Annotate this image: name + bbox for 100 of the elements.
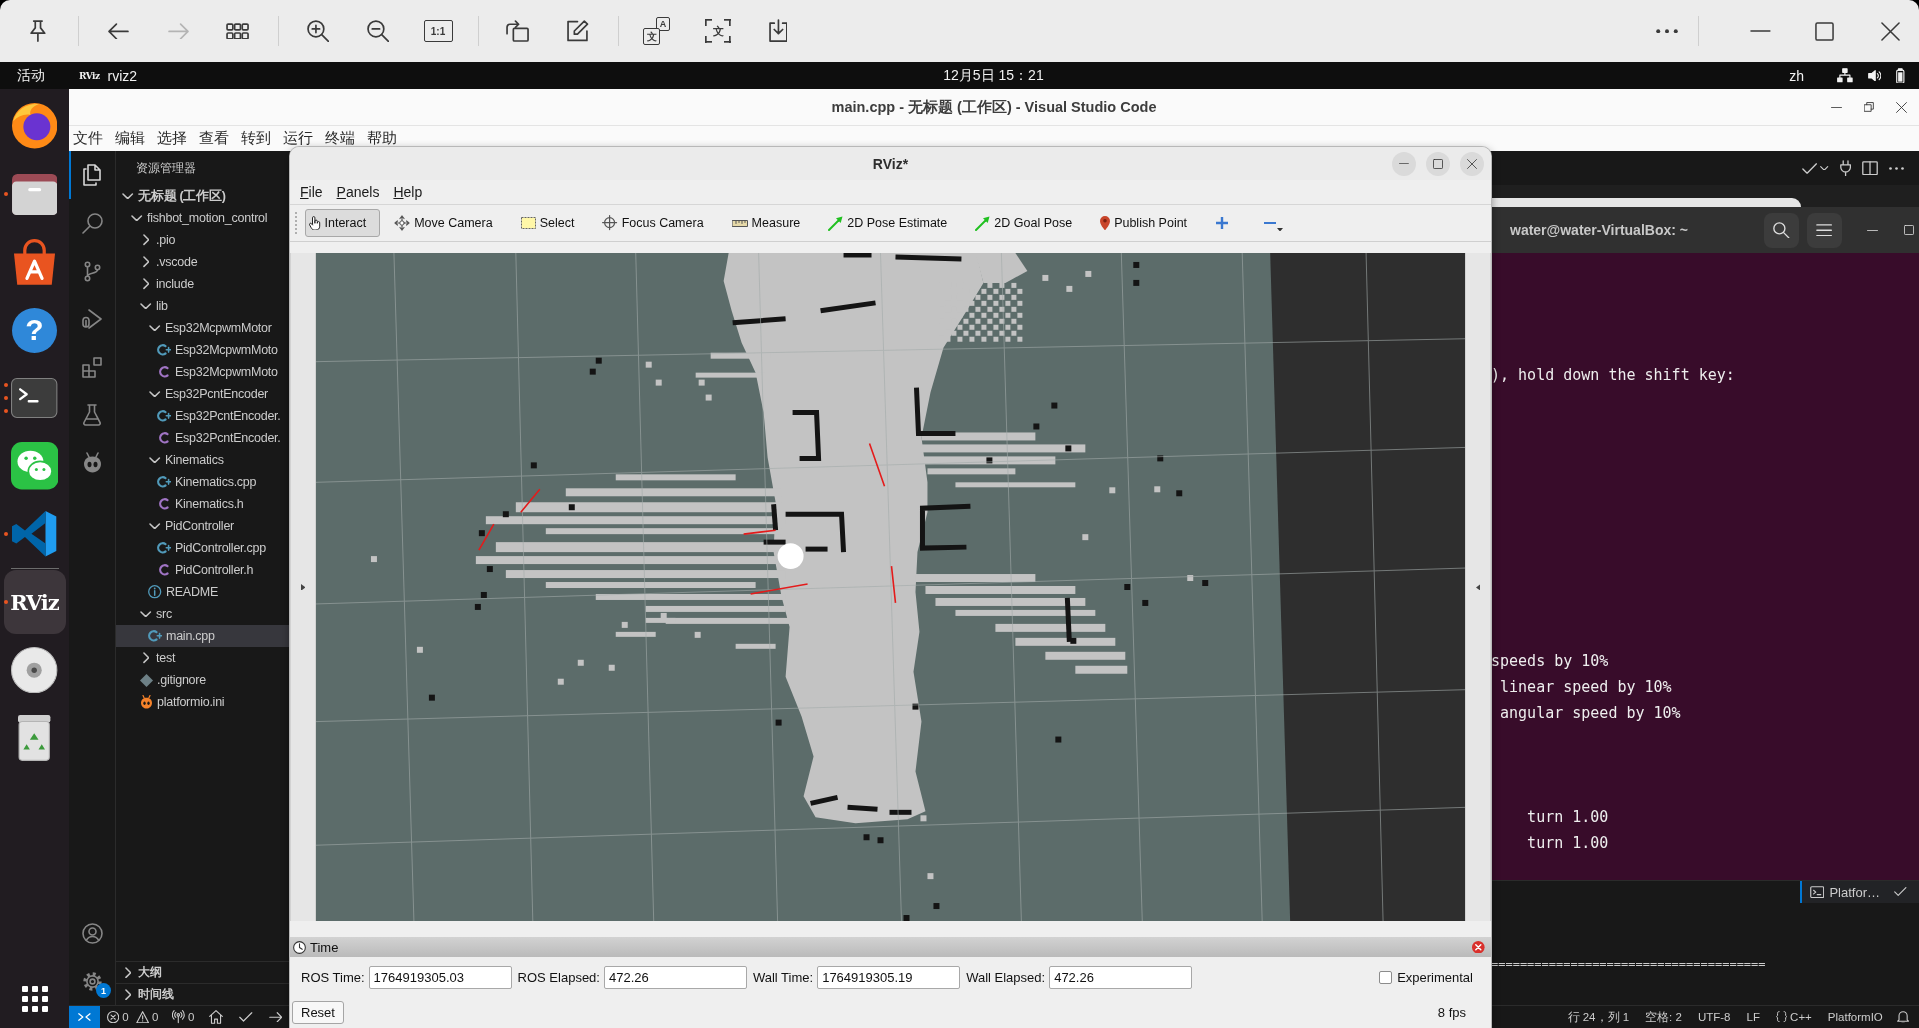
close-icon[interactable] <box>1896 101 1907 113</box>
tree-item[interactable]: .gitignore <box>116 669 290 691</box>
menu-item[interactable]: 帮助 <box>361 129 403 148</box>
app-grid-icon[interactable] <box>21 986 48 1012</box>
more-icon[interactable] <box>1656 28 1679 34</box>
measure-tool-button[interactable]: Measure <box>727 209 815 237</box>
menu-item[interactable]: File <box>293 184 330 200</box>
move-camera-tool-button[interactable]: Move Camera <box>390 209 507 237</box>
menu-button[interactable] <box>1807 212 1842 248</box>
tree-item[interactable]: Esp32PcntEncoder. <box>116 427 290 449</box>
text-field[interactable]: 1764919305.03 <box>368 965 512 989</box>
input-method-button[interactable]: zh <box>1789 67 1804 84</box>
tree-item[interactable]: platformio.ini <box>116 691 290 713</box>
menu-item[interactable]: 选择 <box>151 129 193 148</box>
dock-app-button[interactable]: ? <box>3 298 66 362</box>
tree-item[interactable]: Esp32McpwmMoto <box>116 361 290 383</box>
app-menu-button[interactable]: RViz rviz2 <box>79 67 138 84</box>
bell-icon[interactable] <box>1896 1010 1909 1024</box>
tree-item[interactable]: PidController.cpp <box>116 537 290 559</box>
tree-item[interactable]: Kinematics <box>116 449 290 471</box>
focus-camera-tool-button[interactable]: Focus Camera <box>598 209 718 237</box>
tree-item[interactable]: PidController <box>116 515 290 537</box>
menu-item[interactable]: 转到 <box>235 129 277 148</box>
close-icon[interactable] <box>1881 21 1900 41</box>
tree-item[interactable]: .pio <box>116 229 290 251</box>
close-icon[interactable] <box>1472 940 1485 954</box>
check-icon[interactable] <box>1802 162 1818 174</box>
terminal-tab[interactable]: Platfor… <box>1800 881 1919 903</box>
tree-item[interactable]: Esp32McpwmMoto <box>116 339 290 361</box>
translate-button[interactable]: 文 A <box>643 11 673 51</box>
text-field[interactable]: 472.26 <box>1049 965 1193 989</box>
chevron-down-icon[interactable] <box>1820 165 1829 171</box>
tree-item[interactable]: .vscode <box>116 251 290 273</box>
settings-button[interactable]: 1 <box>69 957 115 1005</box>
menu-item[interactable]: 查看 <box>193 129 235 148</box>
tree-item[interactable]: fishbot_motion_control <box>116 207 290 229</box>
remote-icon <box>78 1013 91 1021</box>
close-button[interactable] <box>1460 151 1484 176</box>
reset-button[interactable]: Reset <box>292 1001 344 1024</box>
menu-item[interactable]: Panels <box>329 184 387 200</box>
collapse-handle[interactable] <box>290 253 316 921</box>
menu-item[interactable]: Help <box>386 184 430 200</box>
branch-icon <box>83 260 101 282</box>
menu-item[interactable]: 文件 <box>69 129 109 148</box>
interact-tool-button[interactable]: Interact <box>305 209 381 237</box>
publish-point-tool-button[interactable]: Publish Point <box>1096 209 1202 237</box>
text-recognition-button[interactable]: 文 <box>705 19 731 43</box>
dock-app-button[interactable]: RViz <box>3 570 66 634</box>
goal-pose-tool-button[interactable]: 2D Goal Pose <box>971 209 1087 237</box>
tree-item[interactable]: Esp32PcntEncoder <box>116 383 290 405</box>
tree-item[interactable]: Kinematics.cpp <box>116 471 290 493</box>
text-field[interactable]: 1764919305.19 <box>817 965 961 989</box>
tree-item[interactable]: PidController.h <box>116 559 290 581</box>
status-bar-item[interactable]: UTF-8 <box>1689 1006 1739 1028</box>
split-editor-icon[interactable] <box>1862 160 1878 176</box>
language-button[interactable]: C++ <box>1767 1006 1820 1028</box>
problems-button[interactable]: 0 0 <box>100 1006 166 1028</box>
tree-item[interactable]: include <box>116 273 290 295</box>
arrow-right-icon[interactable] <box>268 1011 283 1023</box>
tree-item[interactable]: Kinematics.h <box>116 493 290 515</box>
home-icon[interactable] <box>209 1010 224 1024</box>
clock-button[interactable]: 12月5日 15：21 <box>943 66 1044 85</box>
volume-icon[interactable] <box>1867 69 1882 82</box>
more-icon[interactable] <box>1889 166 1904 170</box>
status-bar-item[interactable]: LF <box>1738 1006 1768 1028</box>
tree-item[interactable]: 无标题 (工作区) <box>116 185 290 207</box>
network-icon[interactable] <box>1836 68 1853 83</box>
tree-item[interactable]: main.cpp <box>116 625 290 647</box>
search-button[interactable] <box>1764 212 1799 248</box>
tree-item[interactable]: src <box>116 603 290 625</box>
status-bar-item[interactable]: 空格: 2 <box>1637 1006 1690 1028</box>
tree-item[interactable]: test <box>116 647 290 669</box>
status-bar-item[interactable]: PlatformIO <box>1819 1006 1891 1028</box>
collapse-handle[interactable] <box>1465 253 1491 921</box>
battery-icon[interactable] <box>1896 67 1905 84</box>
check-icon[interactable] <box>239 1012 253 1022</box>
tree-item[interactable]: Esp32McpwmMotor <box>116 317 290 339</box>
maximize-icon[interactable] <box>1815 21 1834 41</box>
activities-button[interactable]: 活动 <box>17 66 45 85</box>
select-tool-button[interactable]: Select <box>516 209 589 237</box>
tree-item[interactable]: README <box>116 581 290 603</box>
status-bar-item[interactable]: 行 24，列 1 <box>1559 1006 1638 1028</box>
text-field[interactable]: 472.26 <box>603 965 747 989</box>
actual-size-button[interactable]: 1:1 <box>423 20 453 42</box>
maximize-button[interactable] <box>1426 151 1450 176</box>
diagonal-arrow-icon <box>828 215 844 231</box>
ports-button[interactable]: 0 <box>165 1006 202 1028</box>
tree-item[interactable]: lib <box>116 295 290 317</box>
pose-estimate-tool-button[interactable]: 2D Pose Estimate <box>824 209 962 237</box>
checkbox[interactable] <box>1379 970 1393 984</box>
person-icon <box>81 922 103 944</box>
tree-item[interactable]: Esp32PcntEncoder. <box>116 405 290 427</box>
plug-icon[interactable] <box>1839 159 1851 177</box>
remote-button[interactable] <box>69 1006 100 1028</box>
menu-item[interactable]: 终端 <box>319 129 361 148</box>
restore-icon[interactable] <box>1864 102 1874 112</box>
minimize-icon[interactable] <box>1831 106 1843 108</box>
menu-item[interactable]: 运行 <box>277 129 319 148</box>
field-label: ROS Elapsed: <box>517 969 600 985</box>
menu-item[interactable]: 编辑 <box>109 129 151 148</box>
